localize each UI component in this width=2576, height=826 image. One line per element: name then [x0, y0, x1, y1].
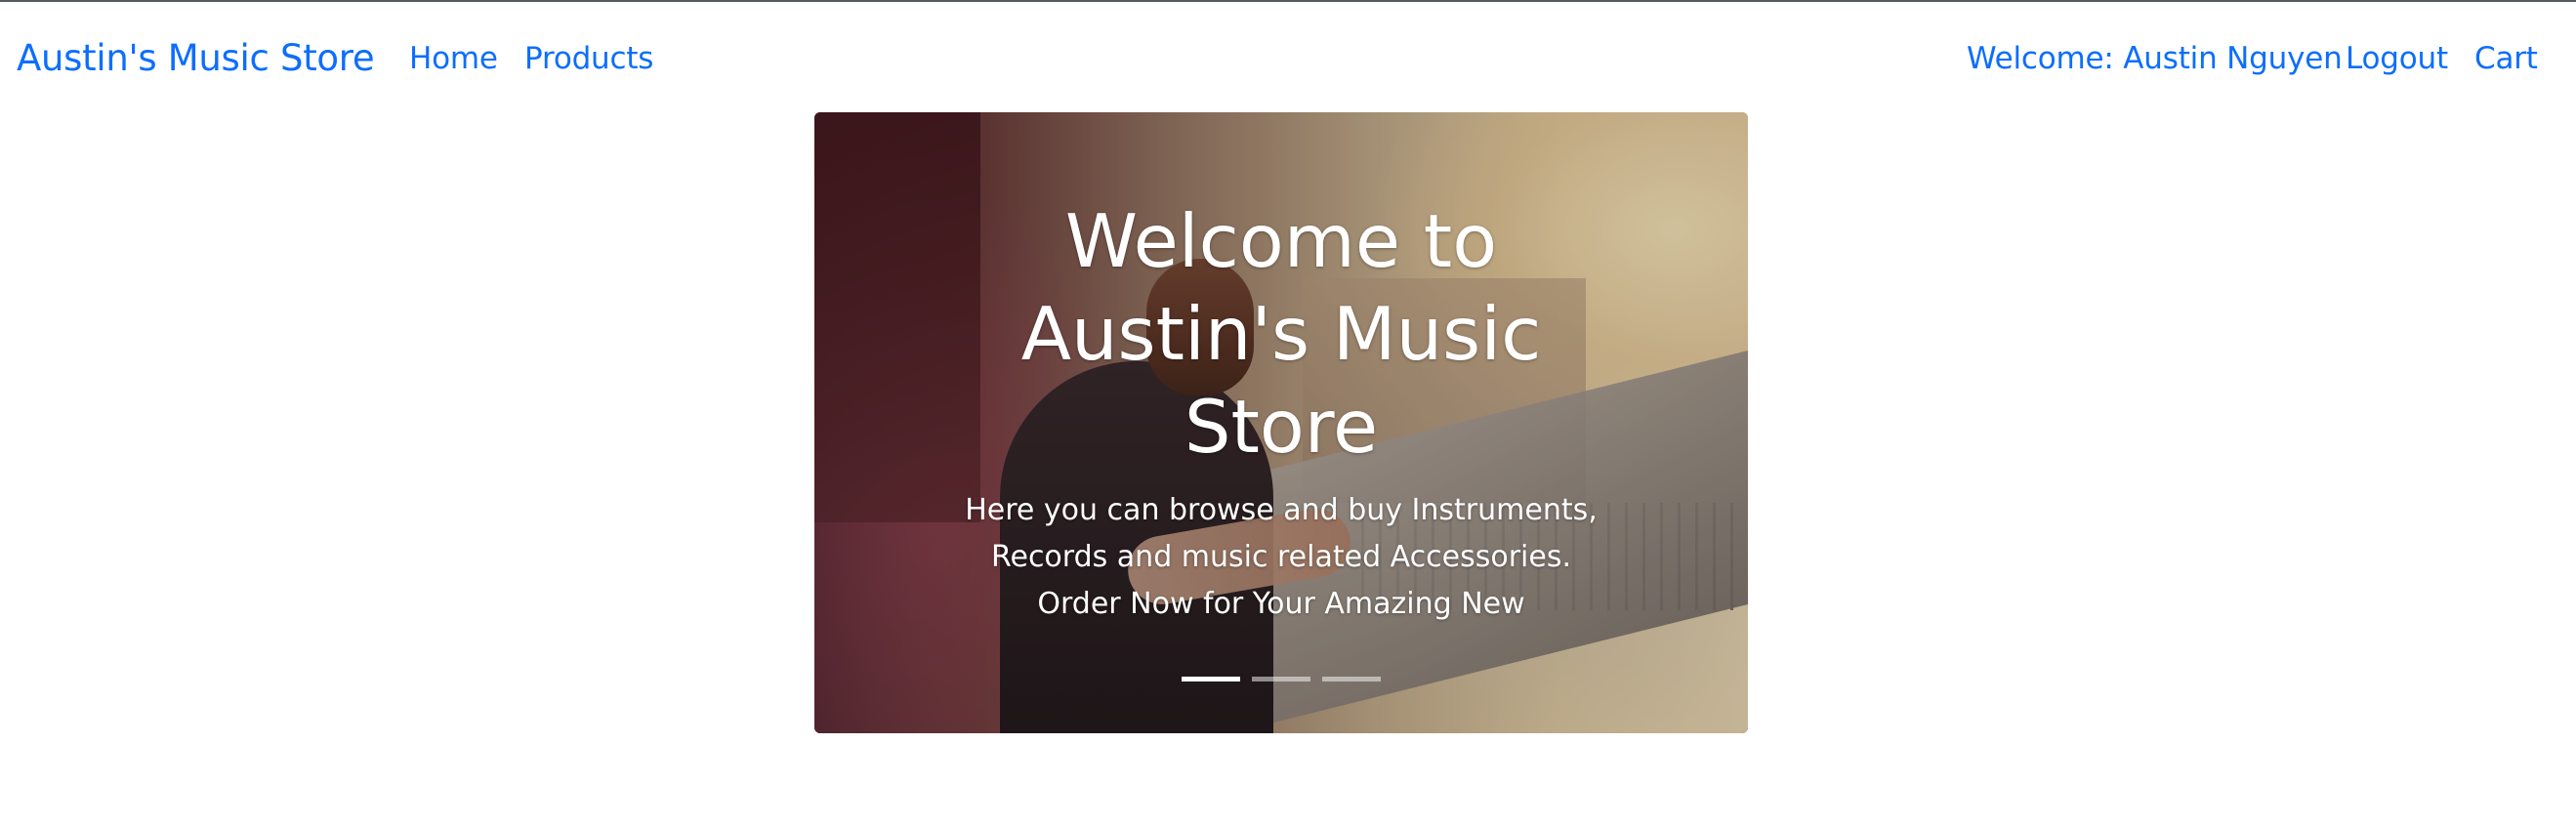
carousel-indicators [814, 677, 1748, 696]
carousel-indicator-2[interactable] [1252, 677, 1310, 681]
navbar: Austin's Music Store Home Products Welco… [0, 2, 2576, 109]
hero-carousel[interactable]: Welcome to Austin's Music Store Here you… [814, 112, 1748, 733]
carousel-indicator-3[interactable] [1322, 677, 1381, 681]
brand-link[interactable]: Austin's Music Store [17, 34, 375, 83]
carousel-indicator-1[interactable] [1182, 677, 1240, 681]
carousel-caption-text: Here you can browse and buy Instruments,… [965, 493, 1598, 621]
cart-link[interactable]: Cart [2474, 38, 2538, 79]
carousel-caption-title: Welcome to Austin's Music Store [1020, 198, 1542, 470]
nav-products-link[interactable]: Products [524, 38, 653, 79]
welcome-user-link[interactable]: Welcome: Austin Nguyen [1967, 38, 2343, 79]
nav-home-link[interactable]: Home [409, 38, 498, 79]
carousel-caption: Welcome to Austin's Music Store Here you… [814, 195, 1748, 628]
logout-link[interactable]: Logout [2346, 38, 2448, 79]
